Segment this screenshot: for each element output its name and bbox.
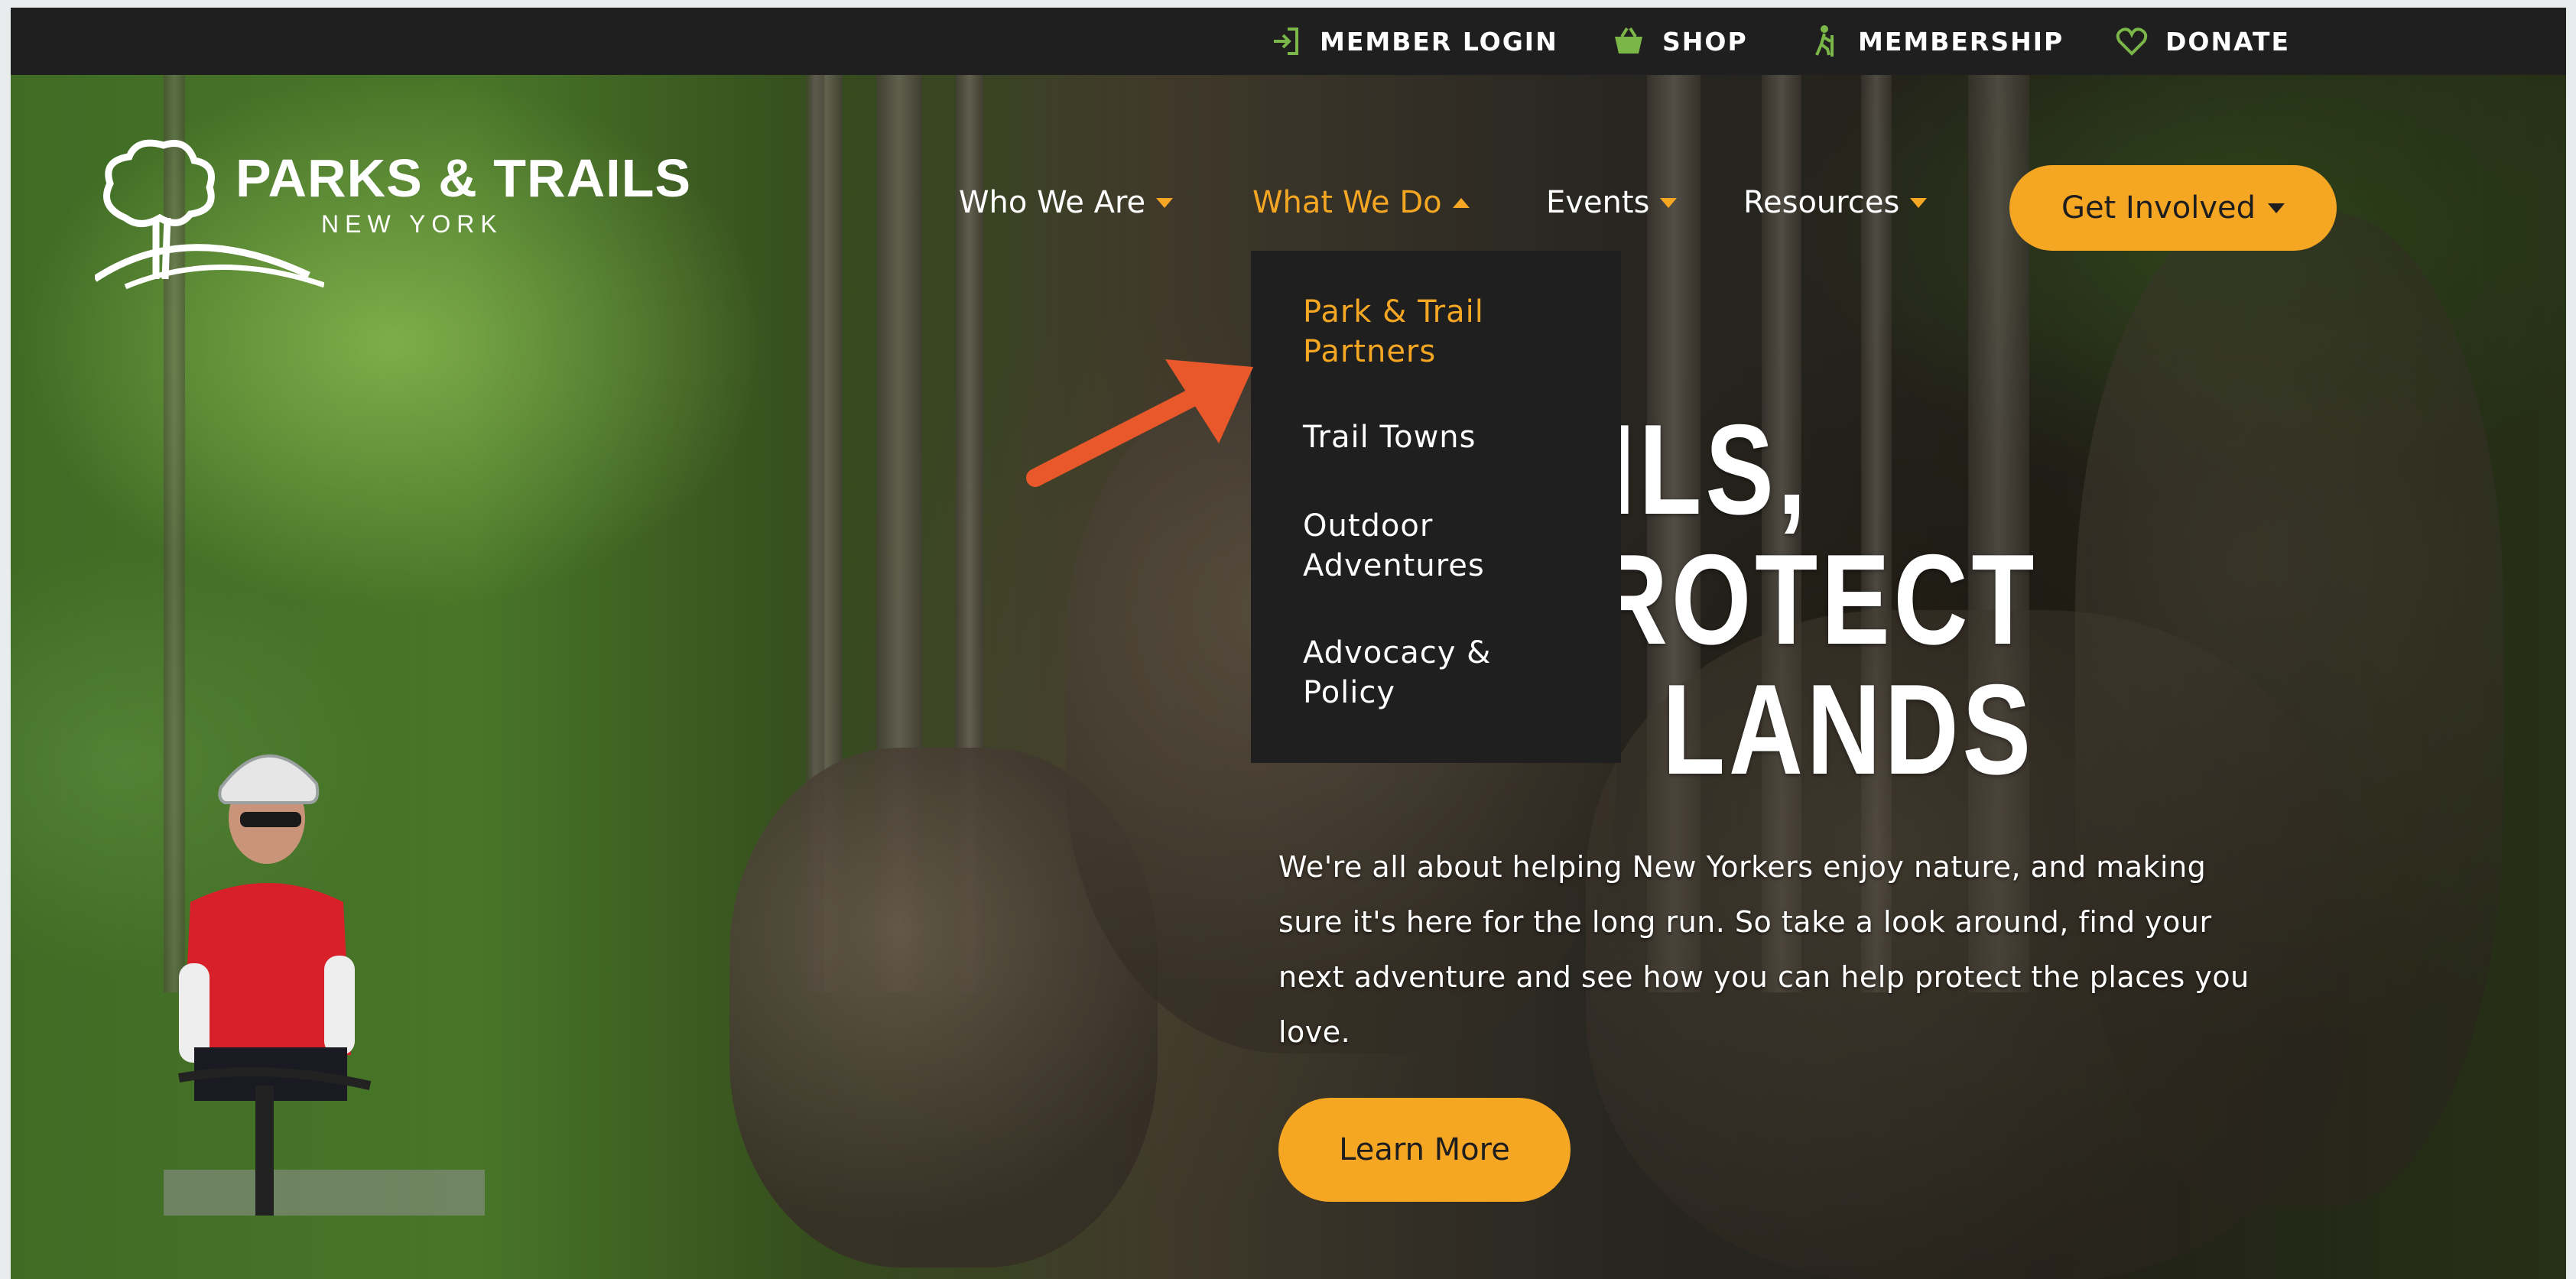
dropdown-item-outdoor-adventures[interactable]: Outdoor Adventures	[1303, 506, 1593, 586]
hero-body-text: We're all about helping New Yorkers enjo…	[1278, 850, 2250, 1049]
logo-name: PARKS & TRAILS	[236, 148, 692, 208]
nav-what-we-do[interactable]: What We Do	[1252, 185, 1470, 220]
site-logo[interactable]: PARKS & TRAILS NEW YORK	[95, 134, 690, 294]
get-involved-button[interactable]: Get Involved	[2009, 165, 2337, 251]
dropdown-item-trail-towns[interactable]: Trail Towns	[1303, 417, 1593, 457]
learn-more-label: Learn More	[1339, 1132, 1510, 1167]
membership-link[interactable]: MEMBERSHIP	[1808, 8, 2064, 75]
basket-icon	[1615, 27, 1642, 54]
nav-events-label: Events	[1546, 185, 1650, 220]
logo-subtitle: NEW YORK	[321, 210, 503, 238]
shop-label: SHOP	[1662, 26, 1748, 57]
member-login-link[interactable]: MEMBER LOGIN	[1269, 8, 1558, 75]
login-icon	[1274, 28, 1298, 55]
nav-what-we-do-label: What We Do	[1252, 185, 1442, 220]
dropdown-item-park-trail-partners[interactable]: Park & Trail Partners	[1303, 292, 1593, 372]
utility-bar: MEMBER LOGIN SHOP MEMBERSHIP DONATE	[11, 8, 2566, 75]
membership-label: MEMBERSHIP	[1858, 26, 2064, 57]
nav-events[interactable]: Events	[1546, 185, 1678, 220]
donate-label: DONATE	[2165, 26, 2291, 57]
hiker-icon	[1815, 25, 1834, 57]
chevron-down-icon	[1910, 197, 1928, 208]
chevron-up-icon	[1452, 197, 1470, 208]
learn-more-button[interactable]: Learn More	[1278, 1098, 1571, 1202]
nav-who-we-are[interactable]: Who We Are	[959, 185, 1174, 220]
nav-resources-label: Resources	[1743, 185, 1900, 220]
heart-icon	[2116, 28, 2148, 56]
annotation-arrow-icon	[1026, 359, 1253, 487]
hero-headline-line3: LANDS	[1662, 657, 2035, 801]
member-login-label: MEMBER LOGIN	[1320, 26, 1558, 57]
donate-link[interactable]: DONATE	[2115, 8, 2290, 75]
shop-link[interactable]: SHOP	[1612, 8, 1748, 75]
cyclist-image	[164, 754, 485, 1216]
what-we-do-dropdown: Park & Trail Partners Trail Towns Outdoo…	[1251, 251, 1621, 763]
chevron-down-icon	[2268, 203, 2285, 213]
chevron-down-icon	[1660, 197, 1678, 208]
nav-resources[interactable]: Resources	[1743, 185, 1928, 220]
get-involved-label: Get Involved	[2061, 190, 2256, 226]
nav-who-we-are-label: Who We Are	[959, 185, 1146, 220]
dropdown-item-advocacy-policy[interactable]: Advocacy & Policy	[1303, 633, 1593, 713]
browser-frame: MEMBER LOGIN SHOP MEMBERSHIP DONATE PARK…	[11, 8, 2566, 1279]
chevron-down-icon	[1156, 197, 1174, 208]
